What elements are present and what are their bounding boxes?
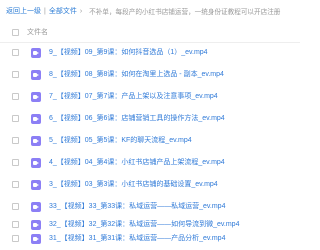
chevron-right-icon: ›: [79, 7, 83, 15]
breadcrumb: 返回上一级 | 全部文件 › 不补单，每段产的小红书店铺运营，一统身份证教程可以…: [0, 0, 300, 22]
row-checkbox[interactable]: [12, 137, 19, 144]
video-file-icon: [31, 114, 41, 124]
file-name[interactable]: 7_【视频】07_第7课：产品上架以及注意事项_ev.mp4: [49, 92, 218, 102]
file-row[interactable]: 7_【视频】07_第7课：产品上架以及注意事项_ev.mp4: [0, 86, 300, 108]
video-file-icon: [31, 202, 41, 212]
file-name[interactable]: 4_【视频】04_第4课：小红书店铺产品上架流程_ev.mp4: [49, 158, 225, 168]
file-name[interactable]: 8_【视频】08_第8课：如何在淘里上选品 - 副本_ev.mp4: [49, 70, 224, 80]
file-name[interactable]: 5_【视频】05_第5课：KF的聊天流程_ev.mp4: [49, 136, 192, 146]
row-checkbox[interactable]: [12, 71, 19, 78]
video-file-icon: [31, 158, 41, 168]
row-checkbox[interactable]: [12, 159, 19, 166]
back-link[interactable]: 返回上一级: [6, 6, 41, 16]
row-checkbox[interactable]: [12, 235, 19, 242]
file-row[interactable]: 6_【视频】06_第6课：店铺营销工具的操作方法_ev.mp4: [0, 108, 300, 130]
video-file-icon: [31, 48, 41, 58]
video-file-icon: [31, 92, 41, 102]
row-checkbox[interactable]: [12, 93, 19, 100]
row-checkbox[interactable]: [12, 221, 19, 228]
file-name[interactable]: 6_【视频】06_第6课：店铺营销工具的操作方法_ev.mp4: [49, 114, 225, 124]
select-all-checkbox[interactable]: [12, 28, 19, 36]
row-checkbox[interactable]: [12, 203, 19, 210]
file-row[interactable]: 8_【视频】08_第8课：如何在淘里上选品 - 副本_ev.mp4: [0, 64, 300, 86]
file-row[interactable]: 4_【视频】04_第4课：小红书店铺产品上架流程_ev.mp4: [0, 152, 300, 174]
video-file-icon: [31, 70, 41, 80]
breadcrumb-separator: |: [44, 7, 46, 15]
row-checkbox[interactable]: [12, 181, 19, 188]
notice-text: 不补单，每段产的小红书店铺运营，一统身份证教程可以开店注册: [89, 9, 281, 16]
file-row[interactable]: 9_【视频】09_第9课：如何抖音选品（1）_ev.mp4: [0, 42, 300, 64]
column-header-filename: 文件名: [27, 29, 48, 36]
video-file-icon: [31, 180, 41, 190]
file-name[interactable]: 33_【视频】33_第33课：私域运营——私域运营_ev.mp4: [49, 202, 225, 212]
file-row[interactable]: 3_【视频】03_第3课：小红书店铺的基础设置_ev.mp4: [0, 174, 300, 196]
file-row[interactable]: 5_【视频】05_第5课：KF的聊天流程_ev.mp4: [0, 130, 300, 152]
file-name[interactable]: 9_【视频】09_第9课：如何抖音选品（1）_ev.mp4: [49, 48, 208, 58]
video-file-icon: [31, 234, 41, 244]
row-checkbox[interactable]: [12, 115, 19, 122]
file-row[interactable]: 31_【视频】31_第31课：私域运营——产品分析_ev.mp4: [0, 228, 300, 250]
row-checkbox[interactable]: [12, 49, 19, 56]
file-list-header: 文件名: [0, 22, 300, 43]
video-file-icon: [31, 136, 41, 146]
all-files-link[interactable]: 全部文件: [49, 6, 77, 16]
file-name[interactable]: 3_【视频】03_第3课：小红书店铺的基础设置_ev.mp4: [49, 180, 218, 190]
file-name[interactable]: 31_【视频】31_第31课：私域运营——产品分析_ev.mp4: [49, 234, 225, 244]
